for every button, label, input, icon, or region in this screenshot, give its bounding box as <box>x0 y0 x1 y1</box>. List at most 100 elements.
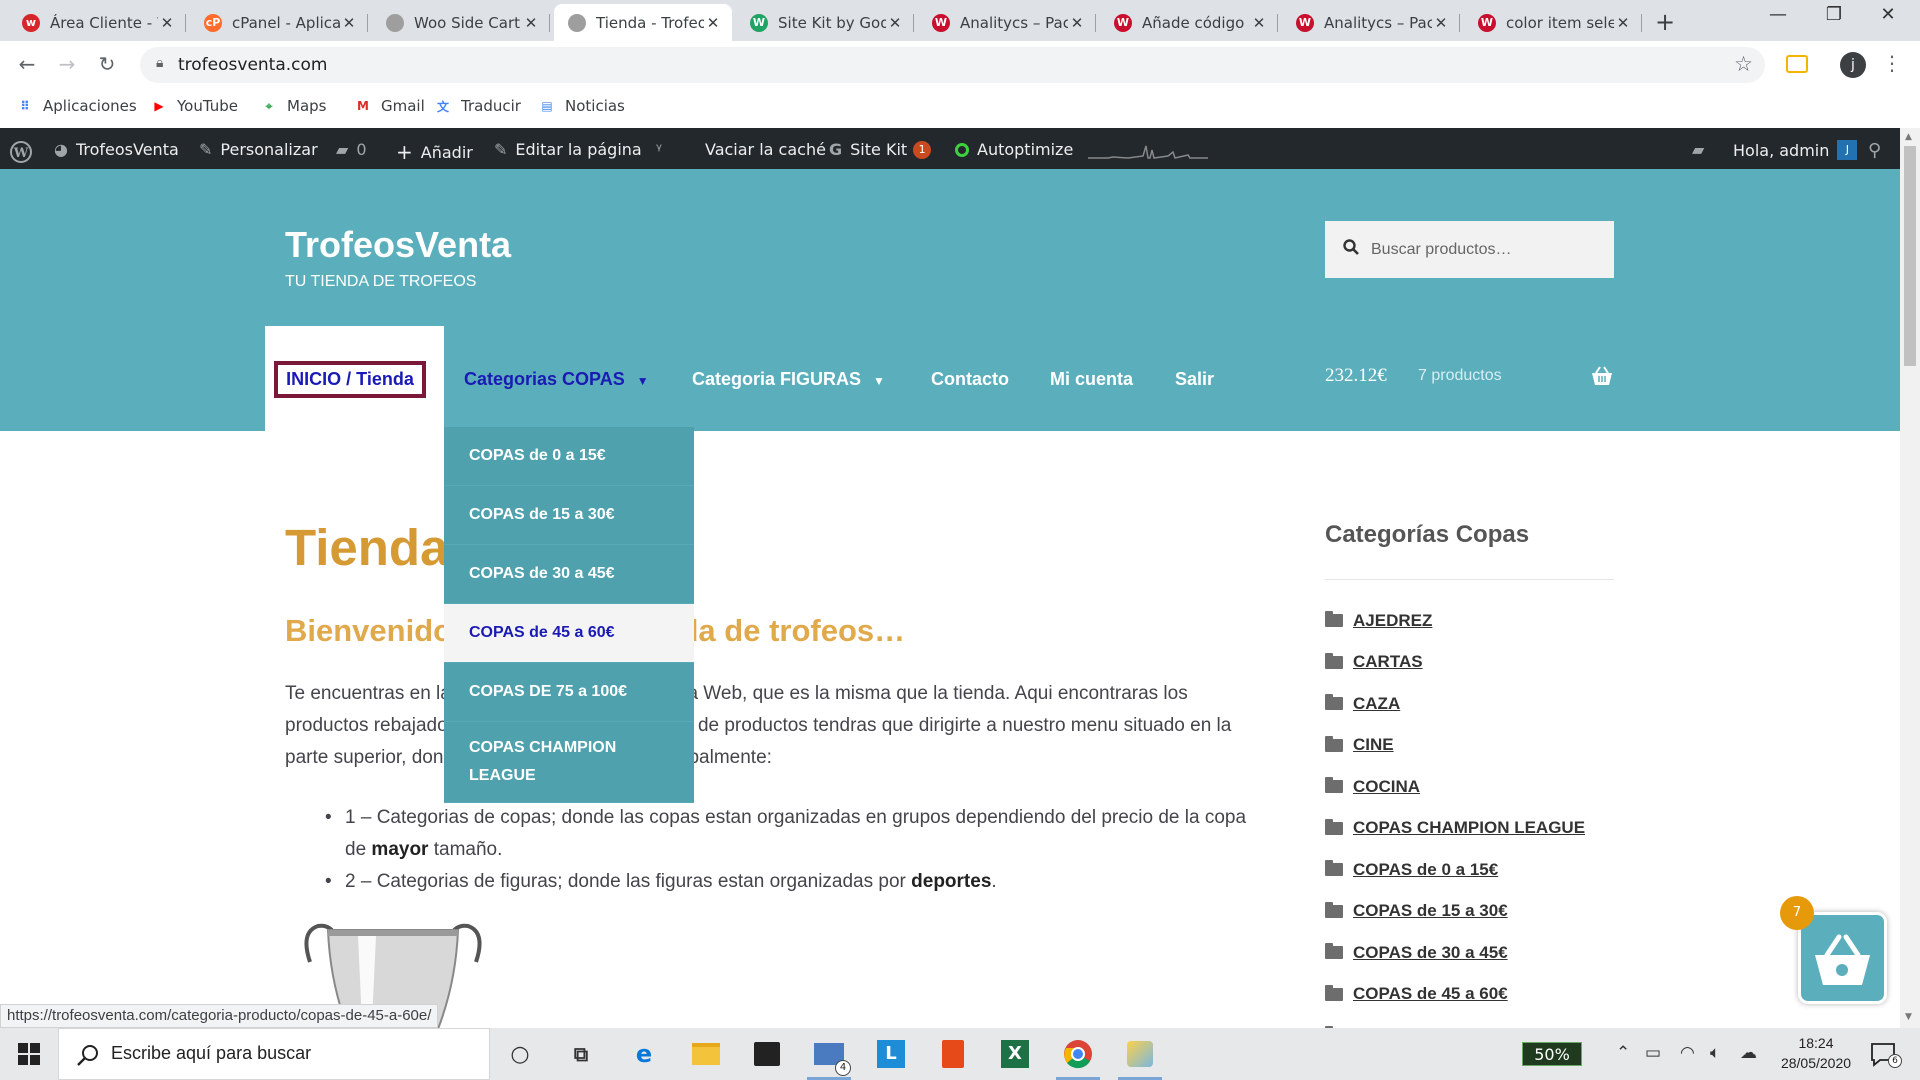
admin-site-name[interactable]: ◕ TrofeosVenta <box>54 140 179 159</box>
back-arrow-icon[interactable]: ← <box>14 52 40 76</box>
lock-icon[interactable]: 🔒︎ <box>156 55 163 71</box>
cart-count[interactable]: 7 productos <box>1418 367 1502 385</box>
stats-sparkline[interactable] <box>1088 138 1208 160</box>
close-tab-icon[interactable]: ✕ <box>1614 14 1632 32</box>
page-scrollbar[interactable]: ▲ ▼ <box>1900 128 1920 1028</box>
paint-icon[interactable] <box>1118 1038 1162 1080</box>
bookmark-item[interactable]: 文 Traducir <box>434 97 521 115</box>
admin-site-kit[interactable]: G Site Kit 1 <box>829 140 932 159</box>
bookmark-star-icon[interactable]: ☆ <box>1734 52 1753 76</box>
admin-add-new[interactable]: + Añadir <box>396 140 473 164</box>
new-tab-button[interactable]: + <box>1655 8 1675 36</box>
admin-search-icon[interactable]: ⚲ <box>1868 140 1889 161</box>
close-tab-icon[interactable]: ✕ <box>340 14 358 32</box>
sidebar-category-link[interactable]: COPAS de 15 a 30€ <box>1353 901 1508 921</box>
sidebar-category-item[interactable]: COPAS de 30 a 45€ <box>1325 932 1625 974</box>
wordpress-logo-icon[interactable]: W <box>9 140 33 164</box>
sidebar-category-item[interactable]: COPAS de 0 a 15€ <box>1325 849 1625 891</box>
store-icon[interactable] <box>751 1038 783 1070</box>
site-title[interactable]: TrofeosVenta <box>285 224 511 266</box>
browser-menu-icon[interactable]: ⋮ <box>1882 51 1902 75</box>
cortana-icon[interactable]: ○ <box>504 1038 536 1070</box>
sidebar-category-link[interactable]: COPAS CHAMPION LEAGUE <box>1353 818 1585 838</box>
bookmark-item[interactable]: ▶ YouTube <box>150 97 238 115</box>
bookmark-item[interactable]: ▤ Noticias <box>538 97 625 115</box>
dropdown-item[interactable]: COPAS de 30 a 45€ <box>444 545 694 604</box>
clock-time[interactable]: 18:24 <box>1776 1035 1856 1051</box>
search-input[interactable] <box>1371 221 1606 278</box>
maximize-button[interactable]: ❐ <box>1814 4 1854 25</box>
browser-tab[interactable]: cP cPanel - Aplicacio✕ <box>190 4 368 41</box>
browser-tab[interactable]: W Añade código a ✕ <box>1100 4 1278 41</box>
battery-icon[interactable]: ▭ <box>1645 1043 1661 1063</box>
admin-edit-page[interactable]: ✎ Editar la página <box>494 140 642 159</box>
notifications-icon[interactable]: 6 <box>1870 1042 1902 1068</box>
nav-item-salir[interactable]: Salir <box>1175 369 1214 390</box>
close-tab-icon[interactable]: ✕ <box>158 14 176 32</box>
sidebar-category-item[interactable]: COPAS de 15 a 30€ <box>1325 891 1625 933</box>
mail-icon[interactable]: 4 <box>807 1038 851 1080</box>
browser-tab[interactable]: W Analitycs – Pack ✕ <box>1282 4 1460 41</box>
admin-account[interactable]: Hola, admin J <box>1733 140 1858 160</box>
admin-autoptimize[interactable]: Autoptimize <box>955 140 1073 159</box>
lync-icon[interactable]: L <box>875 1038 907 1070</box>
address-url[interactable]: trofeosventa.com <box>178 55 327 75</box>
chrome-icon[interactable] <box>1056 1038 1100 1080</box>
onedrive-icon[interactable]: ☁︎ <box>1740 1043 1757 1063</box>
profile-avatar[interactable]: j <box>1840 52 1866 78</box>
sidebar-category-link[interactable]: CAZA <box>1353 694 1400 714</box>
battery-indicator[interactable]: 50% <box>1522 1042 1582 1066</box>
address-bar[interactable]: 🔒︎ trofeosventa.com ☆ <box>140 47 1765 83</box>
close-tab-icon[interactable]: ✕ <box>522 14 540 32</box>
sidebar-category-link[interactable]: CINE <box>1353 735 1394 755</box>
excel-icon[interactable]: X <box>999 1038 1031 1070</box>
scroll-down-icon[interactable]: ▼ <box>1905 1012 1912 1022</box>
nav-home-link[interactable]: INICIO / Tienda <box>274 361 426 398</box>
sidebar-category-link[interactable]: COPAS de 30 a 45€ <box>1353 943 1508 963</box>
sidebar-category-item[interactable]: COPAS CHAMPION LEAGUE <box>1325 808 1625 850</box>
sidebar-category-item[interactable]: AJEDREZ <box>1325 600 1625 642</box>
dropdown-item[interactable]: COPAS de 45 a 60€ <box>444 604 694 663</box>
minimize-button[interactable]: — <box>1758 4 1798 25</box>
cart-total[interactable]: 232.12€ <box>1325 365 1387 387</box>
admin-clear-cache[interactable]: Vaciar la caché <box>705 140 826 159</box>
extension-icon[interactable] <box>1786 55 1808 73</box>
browser-tab[interactable]: Wcolor item selec ✕ <box>1464 4 1642 41</box>
admin-customize[interactable]: ✎ Personalizar <box>199 140 318 159</box>
floating-cart-button[interactable] <box>1798 912 1887 1004</box>
browser-tab[interactable]: W Site Kit by Goog✕ <box>736 4 914 41</box>
yoast-icon[interactable]: ᵞ <box>656 140 670 159</box>
dropdown-item[interactable]: COPAS DE 75 a 100€ <box>444 663 694 722</box>
nav-item-figuras[interactable]: Categoria FIGURAS ▼ <box>692 369 885 390</box>
sidebar-category-item[interactable]: CARTAS <box>1325 642 1625 684</box>
bookmark-item[interactable]: M Gmail <box>354 97 425 115</box>
sidebar-category-link[interactable]: CARTAS <box>1353 652 1423 672</box>
admin-notification-icon[interactable]: ▰ <box>1692 140 1712 159</box>
sidebar-category-item[interactable]: CINE <box>1325 725 1625 767</box>
wifi-icon[interactable]: ◠ <box>1680 1043 1695 1063</box>
close-tab-icon[interactable]: ✕ <box>1432 14 1450 32</box>
sidebar-category-link[interactable]: COPAS de 0 a 15€ <box>1353 860 1498 880</box>
edge-icon[interactable]: e <box>628 1038 660 1070</box>
office-icon[interactable] <box>937 1038 969 1070</box>
sidebar-category-item[interactable]: COCINA <box>1325 766 1625 808</box>
nav-item-copas[interactable]: Categorias COPAS ▼ <box>464 369 649 390</box>
scrollbar-thumb[interactable] <box>1904 146 1916 366</box>
close-tab-icon[interactable]: ✕ <box>704 14 722 32</box>
admin-comments[interactable]: ▰ 0 <box>336 140 367 159</box>
sidebar-category-link[interactable]: COPAS de 45 a 60€ <box>1353 984 1508 1004</box>
sidebar-category-item[interactable]: CAZA <box>1325 683 1625 725</box>
taskbar-search[interactable]: Escribe aquí para buscar <box>58 1028 490 1080</box>
nav-item-cuenta[interactable]: Mi cuenta <box>1050 369 1133 390</box>
nav-item-contacto[interactable]: Contacto <box>931 369 1009 390</box>
sidebar-category-link[interactable]: COCINA <box>1353 777 1420 797</box>
sidebar-category-link[interactable]: AJEDREZ <box>1353 611 1432 631</box>
dropdown-item[interactable]: COPAS de 0 a 15€ <box>444 427 694 486</box>
basket-icon[interactable] <box>1590 365 1614 387</box>
dropdown-item[interactable]: COPAS de 15 a 30€ <box>444 486 694 545</box>
bookmark-item[interactable]: ⠿ Aplicaciones <box>16 97 136 115</box>
volume-icon[interactable]: 🔈︎ <box>1710 1043 1720 1063</box>
browser-tab[interactable]: w Área Cliente - W✕ <box>8 4 186 41</box>
close-window-button[interactable]: ✕ <box>1868 4 1908 25</box>
browser-tab[interactable]: W Analitycs – Pack ✕ <box>918 4 1096 41</box>
